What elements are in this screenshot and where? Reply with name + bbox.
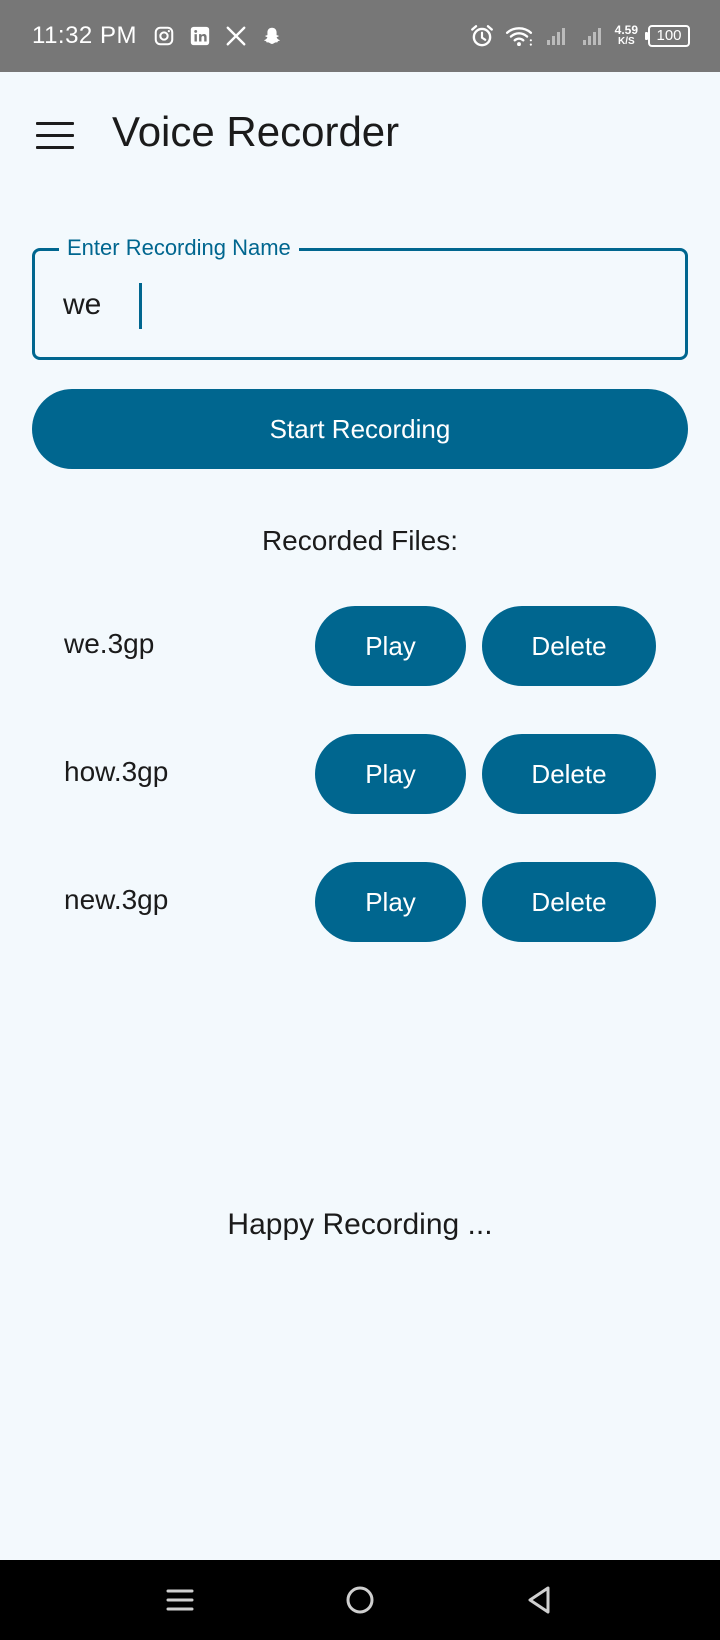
play-button[interactable]: Play <box>315 734 466 814</box>
text-cursor <box>139 283 142 329</box>
file-name: new.3gp <box>64 884 169 915</box>
signal-icon <box>546 28 565 45</box>
x-icon <box>226 26 246 46</box>
recent-apps-icon[interactable] <box>160 1580 200 1620</box>
list-item: we.3gp Play Delete <box>0 606 720 686</box>
signal-icon <box>582 28 601 45</box>
play-button[interactable]: Play <box>315 606 466 686</box>
notification-icons <box>153 25 283 47</box>
voice-recorder-screen: 11:32 PM 4.59 K/S 100 Voice Recorder Ent… <box>0 0 720 1640</box>
recording-name-input[interactable] <box>63 283 663 327</box>
network-speed-value: 4.59 <box>614 23 638 37</box>
delete-button[interactable]: Delete <box>482 734 656 814</box>
recorded-files-heading: Recorded Files: <box>261 525 459 556</box>
network-speed-unit: K/S <box>617 36 635 47</box>
battery-icon: 100 <box>645 25 690 47</box>
delete-button[interactable]: Delete <box>482 606 656 686</box>
network-speed: 4.59 K/S <box>614 23 638 47</box>
list-item: new.3gp Play Delete <box>0 862 720 942</box>
back-icon[interactable] <box>520 1580 560 1620</box>
snapchat-icon <box>264 27 280 44</box>
delete-button[interactable]: Delete <box>482 862 656 942</box>
status-bar: 11:32 PM 4.59 K/S 100 <box>0 0 720 72</box>
app-bar: Voice Recorder <box>0 72 720 202</box>
recording-name-label: Enter Recording Name <box>59 235 299 261</box>
start-recording-button[interactable]: Start Recording <box>32 389 688 469</box>
alarm-icon <box>470 25 493 47</box>
file-name: we.3gp <box>64 628 155 659</box>
status-time: 11:32 PM <box>32 22 137 49</box>
system-status-icons: 4.59 K/S 100 <box>469 0 690 72</box>
home-icon[interactable] <box>340 1580 380 1620</box>
system-navigation-bar <box>0 1560 720 1640</box>
list-item: how.3gp Play Delete <box>0 734 720 814</box>
recording-name-field[interactable]: Enter Recording Name <box>32 235 688 360</box>
wifi-icon <box>505 27 532 47</box>
app-title: Voice Recorder <box>112 108 400 155</box>
hamburger-menu-icon[interactable] <box>36 122 74 150</box>
play-button[interactable]: Play <box>315 862 466 942</box>
linkedin-icon <box>190 26 210 46</box>
footer-message: Happy Recording ... <box>227 1208 493 1241</box>
instagram-icon <box>154 26 174 46</box>
battery-level: 100 <box>656 27 682 44</box>
file-name: how.3gp <box>64 756 169 787</box>
